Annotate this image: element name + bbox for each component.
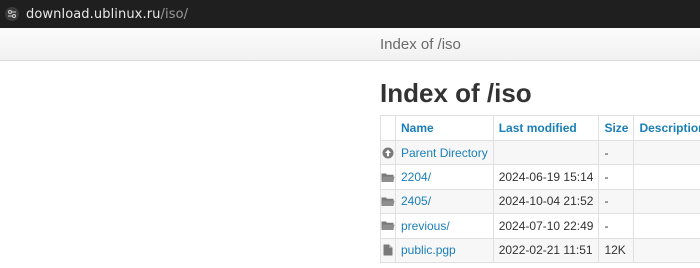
sort-by-size-link[interactable]: Size xyxy=(604,121,628,135)
description-cell xyxy=(633,139,700,166)
description-cell xyxy=(633,188,700,215)
sort-by-modified-link[interactable]: Last modified xyxy=(499,121,577,135)
size-column-header[interactable]: Size xyxy=(598,115,635,141)
table-row: public.pgp 2022-02-21 11:51 12K xyxy=(380,237,700,263)
modified-cell xyxy=(492,139,600,166)
size-cell: - xyxy=(598,213,635,239)
url-host: download.ublinux.ru xyxy=(26,6,161,22)
entry-link[interactable]: 2204/ xyxy=(401,170,431,184)
size-cell: 12K xyxy=(598,237,635,263)
modified-cell: 2022-02-21 11:51 xyxy=(492,237,600,263)
url-path: /iso/ xyxy=(160,6,189,22)
description-cell xyxy=(633,237,700,263)
entry-link[interactable]: Parent Directory xyxy=(401,146,488,160)
browser-address-bar[interactable]: download.ublinux.ru/iso/ xyxy=(0,0,700,28)
entry-link[interactable]: previous/ xyxy=(401,219,450,233)
size-cell: - xyxy=(598,139,635,166)
description-cell xyxy=(633,164,700,190)
url-text[interactable]: download.ublinux.ru/iso/ xyxy=(26,7,188,22)
folder-icon xyxy=(381,173,395,182)
directory-listing-table: Name Last modified Size Description Pare… xyxy=(380,115,700,263)
modified-column-header[interactable]: Last modified xyxy=(492,115,600,141)
sort-by-description-link[interactable]: Description xyxy=(639,121,700,135)
sort-by-name-link[interactable]: Name xyxy=(401,121,434,135)
modified-cell: 2024-06-19 15:14 xyxy=(492,164,600,190)
table-row: Parent Directory - xyxy=(380,139,700,166)
file-icon xyxy=(383,244,393,256)
modified-cell: 2024-07-10 22:49 xyxy=(492,213,600,239)
size-cell: - xyxy=(598,188,635,215)
name-column-header[interactable]: Name xyxy=(395,115,494,141)
icon-column-header xyxy=(380,115,396,141)
entry-link[interactable]: 2405/ xyxy=(401,194,431,208)
page-title: Index of /iso xyxy=(380,78,532,108)
banner-title: Index of /iso xyxy=(380,36,461,53)
parent-dir-icon xyxy=(382,147,394,159)
table-row: 2204/ 2024-06-19 15:14 - xyxy=(380,164,700,190)
folder-icon xyxy=(381,221,395,231)
size-cell: - xyxy=(598,164,635,190)
description-cell xyxy=(633,213,700,239)
entry-link[interactable]: public.pgp xyxy=(401,243,456,257)
folder-icon xyxy=(381,197,395,206)
description-column-header[interactable]: Description xyxy=(633,115,700,141)
table-row: 2405/ 2024-10-04 21:52 - xyxy=(380,188,700,215)
table-row: previous/ 2024-07-10 22:49 - xyxy=(380,213,700,239)
site-settings-icon[interactable] xyxy=(5,7,19,21)
top-banner: Index of /iso xyxy=(0,28,700,61)
modified-cell: 2024-10-04 21:52 xyxy=(492,188,600,215)
table-header-row: Name Last modified Size Description xyxy=(380,115,700,141)
